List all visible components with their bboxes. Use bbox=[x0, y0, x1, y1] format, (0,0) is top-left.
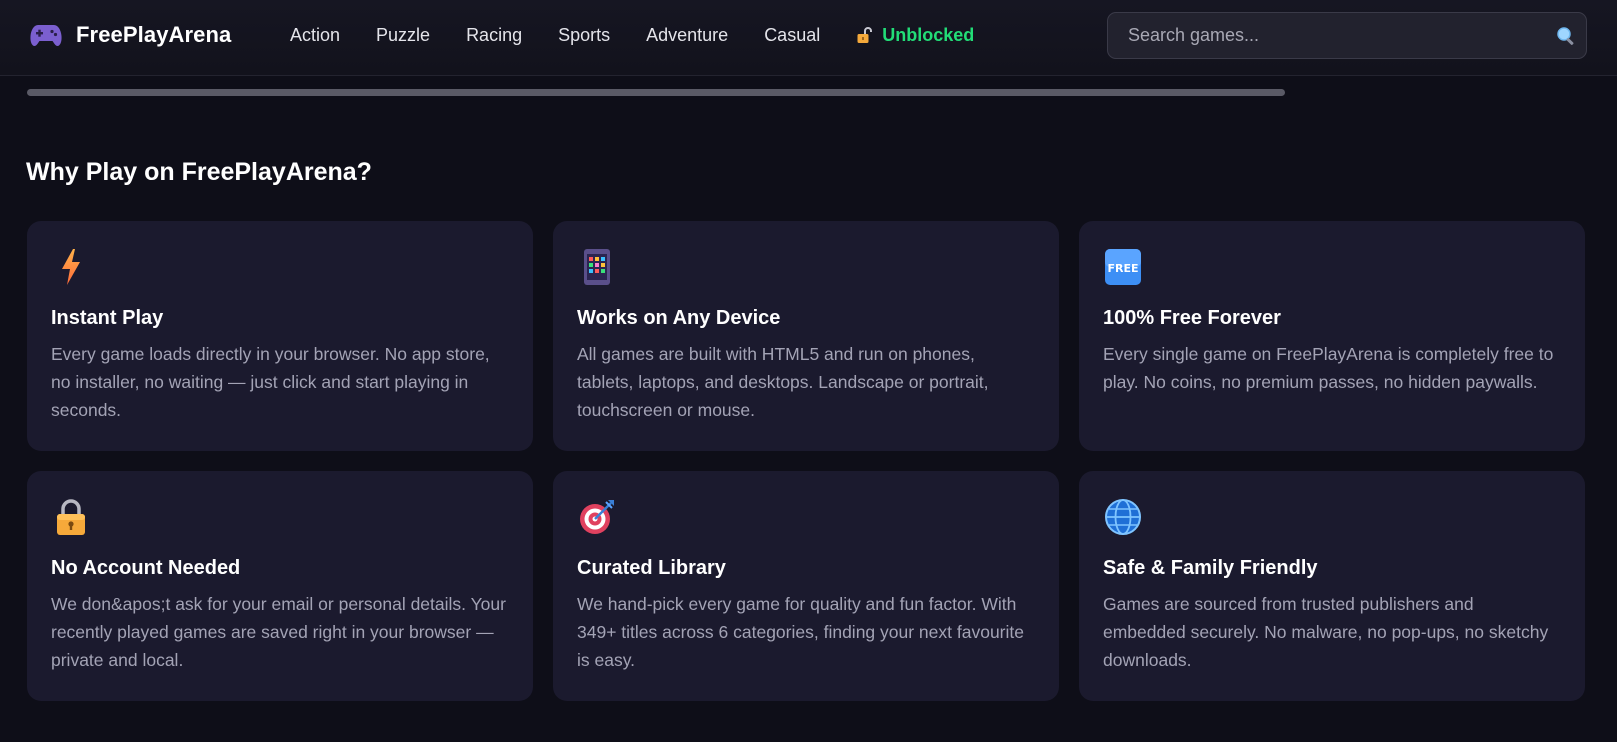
site-header: FreePlayArena Action Puzzle Racing Sport… bbox=[0, 0, 1617, 76]
nav-link-adventure[interactable]: Adventure bbox=[646, 25, 728, 46]
search-box bbox=[1107, 12, 1587, 59]
nav-link-casual[interactable]: Casual bbox=[764, 25, 820, 46]
lightning-icon bbox=[51, 247, 91, 287]
feature-card-family-friendly: Safe & Family Friendly Games are sourced… bbox=[1079, 471, 1585, 701]
features-grid: Instant Play Every game loads directly i… bbox=[27, 221, 1585, 701]
nav-link-racing[interactable]: Racing bbox=[466, 25, 522, 46]
feature-description: We don&apos;t ask for your email or pers… bbox=[51, 594, 506, 670]
feature-description: All games are built with HTML5 and run o… bbox=[577, 344, 989, 420]
feature-title: 100% Free Forever bbox=[1103, 307, 1281, 329]
mobile-device-icon bbox=[577, 247, 617, 287]
main-nav: Action Puzzle Racing Sports Adventure Ca… bbox=[290, 0, 1010, 70]
feature-title: No Account Needed bbox=[51, 557, 241, 579]
feature-title: Instant Play bbox=[51, 307, 164, 329]
feature-card-free-forever: FREE 100% Free Forever Every single game… bbox=[1079, 221, 1585, 451]
feature-title: Curated Library bbox=[577, 557, 726, 579]
padlock-icon bbox=[51, 497, 91, 537]
svg-text:FREE: FREE bbox=[1107, 262, 1138, 275]
search-input[interactable] bbox=[1128, 25, 1546, 46]
feature-card-any-device: Works on Any Device All games are built … bbox=[553, 221, 1059, 451]
free-badge-icon: FREE bbox=[1103, 247, 1143, 287]
target-icon bbox=[577, 497, 617, 537]
brand-name: FreePlayArena bbox=[76, 22, 232, 47]
nav-link-unblocked[interactable]: Unblocked bbox=[856, 25, 974, 46]
nav-link-sports[interactable]: Sports bbox=[558, 25, 610, 46]
feature-card-no-account: No Account Needed We don&apos;t ask for … bbox=[27, 471, 533, 701]
feature-description: Every single game on FreePlayArena is co… bbox=[1103, 344, 1554, 392]
feature-description: Games are sourced from trusted publisher… bbox=[1103, 594, 1549, 670]
gamepad-icon bbox=[30, 19, 62, 51]
feature-title: Safe & Family Friendly bbox=[1103, 557, 1318, 579]
brand-logo-link[interactable]: FreePlayArena bbox=[30, 19, 231, 51]
feature-description: Every game loads directly in your browse… bbox=[51, 344, 490, 420]
nav-link-puzzle[interactable]: Puzzle bbox=[376, 25, 430, 46]
feature-card-instant-play: Instant Play Every game loads directly i… bbox=[27, 221, 533, 451]
nav-link-action[interactable]: Action bbox=[290, 25, 340, 46]
globe-icon bbox=[1103, 497, 1143, 537]
open-lock-icon bbox=[856, 26, 874, 44]
feature-title: Works on Any Device bbox=[577, 307, 781, 329]
horizontal-scrollbar[interactable] bbox=[27, 89, 1285, 96]
feature-description: We hand-pick every game for quality and … bbox=[577, 594, 1024, 670]
feature-card-curated-library: Curated Library We hand-pick every game … bbox=[553, 471, 1059, 701]
unblocked-label: Unblocked bbox=[882, 24, 975, 45]
search-icon[interactable] bbox=[1546, 26, 1586, 46]
section-title: Why Play on FreePlayArena? bbox=[26, 158, 372, 186]
